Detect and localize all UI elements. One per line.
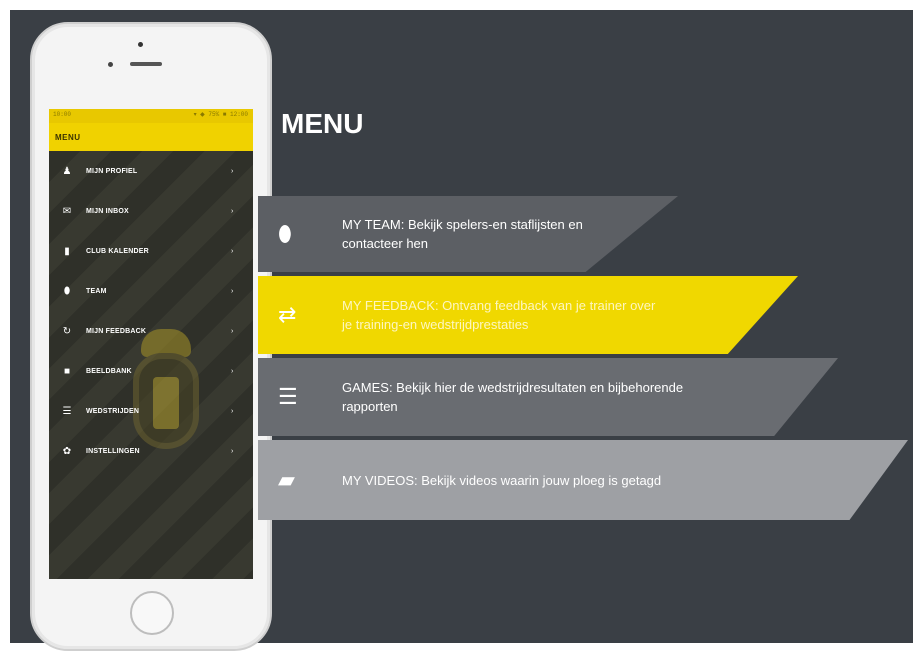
chevron-right-icon: ›: [231, 287, 234, 295]
drawer-item-label: TEAM: [86, 287, 107, 295]
shield-icon: ⬮: [63, 285, 71, 297]
gear-icon: ✿: [62, 445, 72, 457]
phone-screen: 10:00 ▾ ◆ 75% ■ 12:00 MENU ♟ MIJN PROFIE…: [49, 109, 253, 579]
feature-band-my-videos: ▰ MY VIDEOS: Bekijk videos waarin jouw p…: [258, 440, 908, 520]
drawer-item-label: WEDSTRIJDEN: [86, 407, 140, 415]
feature-line: MY FEEDBACK: Ontvang feedback van je tra…: [342, 298, 656, 313]
feature-text: GAMES: Bekijk hier de wedstrijdresultate…: [342, 378, 683, 416]
feature-line: MY TEAM: Bekijk spelers-en staflijsten e…: [342, 217, 583, 232]
drawer-item-club-kalender[interactable]: ▮ CLUB KALENDER ›: [49, 231, 253, 271]
list-icon: ☰: [62, 405, 72, 417]
feature-line: rapporten: [342, 399, 398, 414]
chevron-right-icon: ›: [231, 367, 234, 375]
phone-mockup: 10:00 ▾ ◆ 75% ■ 12:00 MENU ♟ MIJN PROFIE…: [30, 22, 272, 651]
chevron-right-icon: ›: [231, 207, 234, 215]
chevron-right-icon: ›: [231, 447, 234, 455]
chevron-right-icon: ›: [231, 247, 234, 255]
chevron-right-icon: ›: [231, 327, 234, 335]
app-bar-title: MENU: [55, 132, 81, 142]
drawer-item-label: MIJN INBOX: [86, 207, 129, 215]
feature-line: contacteer hen: [342, 236, 429, 251]
drawer-item-mijn-inbox[interactable]: ✉ MIJN INBOX ›: [49, 191, 253, 231]
home-button[interactable]: [130, 591, 174, 635]
drawer-item-label: MIJN PROFIEL: [86, 167, 138, 175]
drawer-item-label: MIJN FEEDBACK: [86, 327, 147, 335]
feature-line: MY VIDEOS: Bekijk videos waarin jouw plo…: [342, 472, 662, 488]
marketing-banner: 10:00 ▾ ◆ 75% ■ 12:00 MENU ♟ MIJN PROFIE…: [10, 10, 913, 651]
refresh-icon: ↻: [62, 325, 72, 337]
front-camera: [138, 42, 143, 47]
chevron-right-icon: ›: [231, 167, 234, 175]
status-indicators: ▾ ◆ 75% ■ 12:00: [193, 111, 248, 118]
feature-line: je training-en wedstrijdprestaties: [342, 317, 529, 332]
mail-icon: ✉: [62, 205, 72, 217]
video-icon: ■: [63, 365, 71, 377]
drawer-item-label: BEELDBANK: [86, 367, 132, 375]
status-bar: 10:00 ▾ ◆ 75% ■ 12:00: [49, 109, 253, 123]
feature-line: GAMES: Bekijk hier de wedstrijdresultate…: [342, 380, 684, 395]
app-bar: MENU: [49, 123, 253, 151]
drawer-item-mijn-profiel[interactable]: ♟ MIJN PROFIEL ›: [49, 151, 253, 191]
drawer-item-wedstrijden[interactable]: ☰ WEDSTRIJDEN ›: [49, 391, 253, 431]
shield-icon: ⬮: [278, 221, 292, 246]
user-icon: ♟: [62, 165, 72, 177]
drawer-item-team[interactable]: ⬮ TEAM ›: [49, 271, 253, 311]
earpiece-speaker: [130, 62, 162, 66]
chevron-right-icon: ›: [231, 407, 234, 415]
drawer-item-label: INSTELLINGEN: [86, 447, 140, 455]
status-time: 10:00: [53, 111, 72, 118]
drawer-item-mijn-feedback[interactable]: ↻ MIJN FEEDBACK ›: [49, 311, 253, 351]
navigation-drawer: ♟ MIJN PROFIEL › ✉ MIJN INBOX › ▮ CLUB K…: [49, 151, 253, 579]
swap-icon: ⇄: [278, 302, 297, 327]
feature-text: MY TEAM: Bekijk spelers-en staflijsten e…: [342, 215, 583, 253]
camera-icon: ▰: [278, 467, 295, 492]
page-title: MENU: [281, 108, 364, 139]
feature-band-games: ☰ GAMES: Bekijk hier de wedstrijdresulta…: [258, 358, 838, 436]
feature-text: MY VIDEOS: Bekijk videos waarin jouw plo…: [342, 471, 661, 490]
drawer-item-instellingen[interactable]: ✿ INSTELLINGEN ›: [49, 431, 253, 471]
feature-band-my-team: ⬮ MY TEAM: Bekijk spelers-en staflijsten…: [258, 196, 678, 272]
sensor: [108, 62, 113, 67]
feature-text: MY FEEDBACK: Ontvang feedback van je tra…: [342, 296, 655, 334]
drawer-item-label: CLUB KALENDER: [86, 247, 149, 255]
calendar-icon: ▮: [64, 245, 70, 257]
list-icon: ☰: [278, 384, 298, 409]
feature-band-my-feedback: ⇄ MY FEEDBACK: Ontvang feedback van je t…: [258, 276, 798, 354]
drawer-item-beeldbank[interactable]: ■ BEELDBANK ›: [49, 351, 253, 391]
